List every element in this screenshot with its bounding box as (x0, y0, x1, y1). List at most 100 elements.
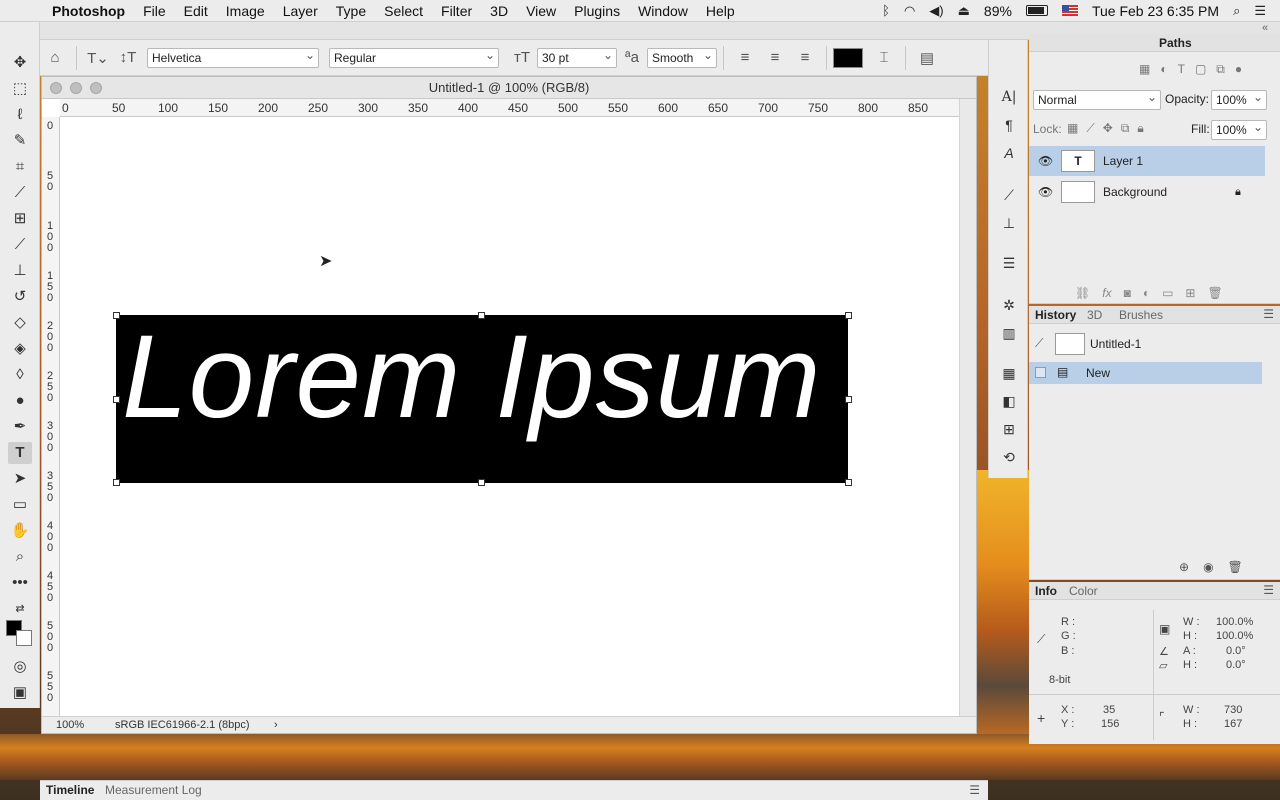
quick-select-tool-icon[interactable]: ✎ (8, 130, 32, 152)
blur-tool-icon[interactable]: ◊ (8, 364, 32, 386)
swatches-icon[interactable]: ▦ (997, 362, 1021, 384)
glyphs-icon[interactable]: A (997, 142, 1021, 164)
tab-timeline[interactable]: Timeline (46, 781, 94, 799)
text-orientation-icon[interactable]: ↕T (113, 49, 143, 66)
visibility-eye-icon[interactable]: 👁︎ (1038, 177, 1053, 207)
new-layer-icon[interactable]: ⊞ (1185, 286, 1195, 300)
font-style-select[interactable]: Regular (329, 47, 499, 68)
history-state[interactable]: ▤ New (1029, 362, 1262, 384)
eject-icon[interactable]: ⏏ (958, 3, 970, 19)
filter-toggle-icon[interactable]: ● (1235, 62, 1242, 77)
text-layer-box[interactable]: Lorem Ipsum (116, 315, 848, 483)
delete-state-icon[interactable]: 🗑︎ (1228, 560, 1243, 574)
adjustments-icon[interactable]: ☰ (997, 252, 1021, 274)
layer-name[interactable]: Layer 1 (1103, 146, 1143, 176)
clock[interactable]: Tue Feb 23 6:35 PM (1092, 3, 1219, 19)
color-profile[interactable]: sRGB IEC61966-2.1 (8bpc) (115, 717, 250, 733)
clone-source-icon[interactable]: ⊥ (997, 212, 1021, 234)
background-color-swatch[interactable] (16, 630, 32, 646)
menu-app[interactable]: Photoshop (44, 0, 134, 22)
menu-3d[interactable]: 3D (481, 0, 517, 22)
filter-adjust-icon[interactable]: ◐ (1160, 62, 1167, 77)
opacity-input[interactable]: 100% (1211, 90, 1267, 110)
align-center-icon[interactable]: ≡ (760, 49, 790, 66)
align-left-icon[interactable]: ≡ (730, 49, 760, 66)
gradients-icon[interactable]: ◧ (997, 390, 1021, 412)
menu-image[interactable]: Image (217, 0, 274, 22)
layer-row[interactable]: 👁︎ Background 🔒︎ (1029, 177, 1265, 207)
zoom-level[interactable]: 100% (56, 717, 84, 733)
battery-icon[interactable] (1025, 5, 1048, 16)
transform-handle[interactable] (113, 479, 120, 486)
transform-handle[interactable] (845, 479, 852, 486)
panel-menu-icon[interactable]: ☰ (969, 781, 980, 799)
lock-artboard-icon[interactable]: ⧉ (1121, 121, 1130, 136)
more-tools-icon[interactable]: ••• (8, 572, 32, 594)
type-tool-icon[interactable]: T (8, 442, 32, 464)
zoom-tool-icon[interactable]: ⌕ (8, 546, 32, 568)
eraser-tool-icon[interactable]: ◇ (8, 312, 32, 334)
home-icon[interactable]: ⌂ (40, 49, 70, 66)
brush-settings-icon[interactable]: ⟋ (997, 184, 1021, 206)
patterns-icon[interactable]: ⊞ (997, 418, 1021, 440)
menu-edit[interactable]: Edit (175, 0, 217, 22)
transform-handle[interactable] (113, 312, 120, 319)
notification-center-icon[interactable]: ☰ (1254, 3, 1266, 19)
paragraph-icon[interactable]: ¶ (997, 114, 1021, 136)
history-checkbox[interactable] (1035, 367, 1046, 378)
link-layers-icon[interactable]: ⛓ (1075, 286, 1090, 300)
panel-menu-icon[interactable]: ☰ (1263, 307, 1274, 321)
tab-3d[interactable]: 3D (1081, 307, 1108, 323)
blend-mode-select[interactable]: Normal (1033, 90, 1161, 110)
snapshot-camera-icon[interactable]: ◉ (1203, 560, 1213, 574)
navigator-icon[interactable]: ✲ (997, 294, 1021, 316)
tab-measurement-log[interactable]: Measurement Log (105, 781, 202, 799)
menu-type[interactable]: Type (327, 0, 375, 22)
minimize-window-button[interactable] (70, 82, 82, 94)
tab-brushes[interactable]: Brushes (1113, 307, 1169, 323)
history-brush-source-icon[interactable]: ⟋ (1035, 336, 1043, 351)
menu-filter[interactable]: Filter (432, 0, 481, 22)
volume-icon[interactable]: ◀) (929, 3, 943, 19)
paint-bucket-tool-icon[interactable]: ◈ (8, 338, 32, 360)
histogram-icon[interactable]: ▥ (997, 322, 1021, 344)
add-mask-icon[interactable]: ◙ (1124, 286, 1131, 300)
spotlight-search-icon[interactable]: ⌕ (1233, 3, 1240, 19)
brush-tool-icon[interactable]: ⟋ (8, 234, 32, 256)
menu-window[interactable]: Window (629, 0, 697, 22)
new-group-icon[interactable]: ▭ (1162, 286, 1173, 300)
dodge-tool-icon[interactable]: ● (8, 390, 32, 412)
swap-colors-icon[interactable]: ⇄ (8, 598, 32, 620)
tab-paths[interactable]: Paths (1153, 35, 1198, 51)
fill-input[interactable]: 100% (1211, 120, 1267, 140)
history-brush-tool-icon[interactable]: ↺ (8, 286, 32, 308)
filter-type-icon[interactable]: T (1178, 62, 1185, 77)
move-tool-icon[interactable]: ✥ (8, 52, 32, 74)
pen-tool-icon[interactable]: ✒ (8, 416, 32, 438)
tab-info[interactable]: Info (1029, 583, 1063, 599)
battery-percent[interactable]: 89% (984, 3, 1012, 19)
lock-position-icon[interactable]: ✥ (1103, 121, 1113, 136)
vertical-scrollbar[interactable] (959, 99, 976, 717)
menu-view[interactable]: View (517, 0, 565, 22)
status-expand-icon[interactable]: › (274, 717, 278, 733)
canvas[interactable]: Lorem Ipsum ➤ (61, 118, 960, 718)
font-family-select[interactable]: Helvetica (147, 47, 319, 68)
shape-tool-icon[interactable]: ▭ (8, 494, 32, 516)
history-snapshot[interactable]: ⟋ Untitled-1 (1029, 330, 1265, 358)
marquee-tool-icon[interactable]: ⬚ (8, 78, 32, 100)
hand-tool-icon[interactable]: ✋ (8, 520, 32, 542)
bluetooth-icon[interactable]: ᛒ (882, 3, 890, 18)
filter-shape-icon[interactable]: ▢ (1195, 62, 1206, 77)
antialias-select[interactable]: Smooth (647, 47, 717, 68)
collapse-panels-icon[interactable]: « (1262, 22, 1268, 34)
text-color-swatch[interactable] (833, 47, 863, 68)
input-source-flag-icon[interactable] (1061, 5, 1078, 16)
transform-handle[interactable] (845, 312, 852, 319)
adjustment-layer-icon[interactable]: ◐ (1143, 286, 1150, 300)
panel-menu-icon[interactable]: ☰ (1263, 583, 1274, 597)
transform-handle[interactable] (113, 396, 120, 403)
transform-handle[interactable] (845, 396, 852, 403)
crop-tool-icon[interactable]: ⌗ (8, 156, 32, 178)
menu-layer[interactable]: Layer (274, 0, 327, 22)
